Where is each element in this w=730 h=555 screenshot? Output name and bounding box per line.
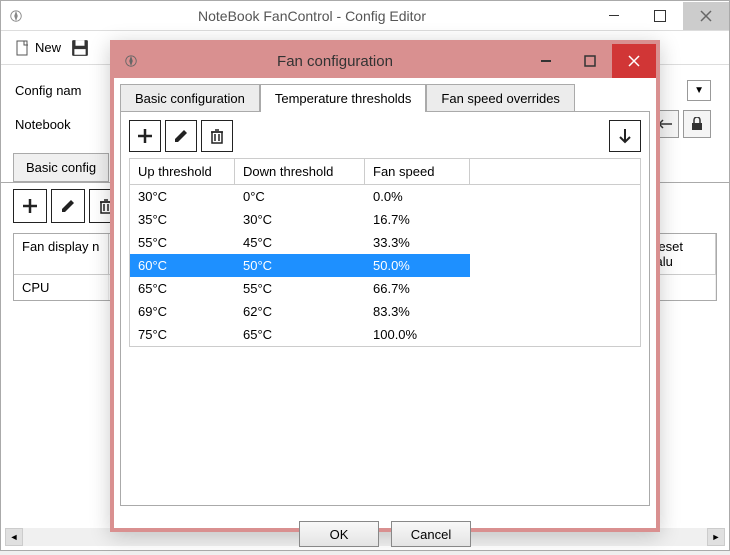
window-controls	[591, 2, 729, 30]
threshold-row[interactable]: 75°C65°C100.0%	[130, 323, 640, 346]
dialog-buttons: OK Cancel	[114, 513, 656, 555]
main-titlebar: NoteBook FanControl - Config Editor	[1, 1, 729, 31]
dialog-add-button[interactable]	[129, 120, 161, 152]
new-document-icon	[15, 40, 31, 56]
threshold-row[interactable]: 65°C55°C66.7%	[130, 277, 640, 300]
dialog-maximize-button[interactable]	[568, 44, 612, 78]
cell-fan-display: CPU	[14, 275, 109, 300]
cell-up: 30°C	[130, 185, 235, 208]
cell-up: 35°C	[130, 208, 235, 231]
dialog-app-icon	[124, 54, 138, 68]
cell-up: 69°C	[130, 300, 235, 323]
threshold-table: Up threshold Down threshold Fan speed 30…	[129, 158, 641, 347]
main-window-title: NoteBook FanControl - Config Editor	[33, 8, 591, 24]
cell-down: 45°C	[235, 231, 365, 254]
cell-speed: 33.3%	[365, 231, 470, 254]
dropdown-button[interactable]: ▼	[687, 80, 711, 101]
dialog-minimize-button[interactable]	[524, 44, 568, 78]
col-up-threshold[interactable]: Up threshold	[130, 159, 235, 184]
dialog-window-controls	[524, 44, 656, 78]
col-fan-speed[interactable]: Fan speed	[365, 159, 470, 184]
save-icon[interactable]	[71, 39, 89, 57]
cell-down: 0°C	[235, 185, 365, 208]
close-button[interactable]	[683, 2, 729, 30]
plus-icon	[136, 127, 154, 145]
dialog-toolbar	[129, 120, 641, 152]
cancel-button[interactable]: Cancel	[391, 521, 471, 547]
cell-speed: 16.7%	[365, 208, 470, 231]
config-name-label: Config nam	[15, 83, 110, 98]
edit-button[interactable]	[51, 189, 85, 223]
cell-speed: 66.7%	[365, 277, 470, 300]
pencil-icon	[60, 198, 76, 214]
tab-basic-configuration[interactable]: Basic configuration	[120, 84, 260, 112]
dialog-close-button[interactable]	[612, 44, 656, 78]
threshold-row[interactable]: 35°C30°C16.7%	[130, 208, 640, 231]
notebook-label: Notebook	[15, 117, 110, 132]
cell-speed: 0.0%	[365, 185, 470, 208]
cell-speed: 50.0%	[365, 254, 470, 277]
threshold-row[interactable]: 55°C45°C33.3%	[130, 231, 640, 254]
col-down-threshold[interactable]: Down threshold	[235, 159, 365, 184]
threshold-row[interactable]: 30°C0°C0.0%	[130, 185, 640, 208]
dialog-delete-button[interactable]	[201, 120, 233, 152]
close-icon	[628, 55, 640, 67]
dialog-down-button[interactable]	[609, 120, 641, 152]
cell-up: 60°C	[130, 254, 235, 277]
threshold-table-header: Up threshold Down threshold Fan speed	[130, 159, 640, 185]
arrow-down-icon	[618, 128, 632, 144]
dialog-tabs: Basic configuration Temperature threshol…	[114, 78, 656, 112]
ok-button[interactable]: OK	[299, 521, 379, 547]
cell-down: 30°C	[235, 208, 365, 231]
maximize-button[interactable]	[637, 2, 683, 30]
cell-down: 55°C	[235, 277, 365, 300]
dialog-titlebar: Fan configuration	[114, 44, 656, 78]
scroll-right-arrow[interactable]: ►	[707, 528, 725, 546]
col-fan-display[interactable]: Fan display n	[14, 234, 109, 274]
cell-down: 65°C	[235, 323, 365, 346]
lock-icon	[691, 117, 703, 131]
cell-up: 75°C	[130, 323, 235, 346]
new-button-label: New	[35, 40, 61, 55]
threshold-row[interactable]: 69°C62°C83.3%	[130, 300, 640, 323]
add-button[interactable]	[13, 189, 47, 223]
dialog-content: Up threshold Down threshold Fan speed 30…	[120, 111, 650, 506]
app-icon	[9, 9, 23, 23]
cell-down: 50°C	[235, 254, 365, 277]
tab-temperature-thresholds[interactable]: Temperature thresholds	[260, 84, 427, 112]
scroll-left-arrow[interactable]: ◄	[5, 528, 23, 546]
minimize-button[interactable]	[591, 2, 637, 30]
tab-fan-speed-overrides[interactable]: Fan speed overrides	[426, 84, 575, 112]
cell-speed: 100.0%	[365, 323, 470, 346]
tab-basic-config[interactable]: Basic config	[13, 153, 109, 182]
cell-speed: 83.3%	[365, 300, 470, 323]
trash-icon	[210, 128, 224, 144]
threshold-row[interactable]: 60°C50°C50.0%	[130, 254, 640, 277]
pencil-icon	[173, 128, 189, 144]
cell-down: 62°C	[235, 300, 365, 323]
dialog-edit-button[interactable]	[165, 120, 197, 152]
fan-config-dialog: Fan configuration Basic configuration Te…	[110, 40, 660, 532]
cell-up: 65°C	[130, 277, 235, 300]
dialog-title: Fan configuration	[146, 53, 524, 70]
cell-up: 55°C	[130, 231, 235, 254]
new-button[interactable]: New	[9, 38, 67, 58]
lock-button[interactable]	[683, 110, 711, 138]
plus-icon	[21, 197, 39, 215]
